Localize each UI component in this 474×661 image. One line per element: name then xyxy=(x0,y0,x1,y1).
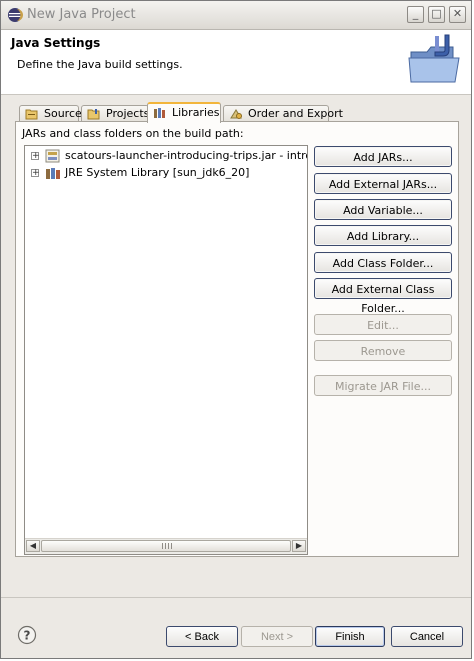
add-external-jars-button[interactable]: Add External JARs... xyxy=(314,173,452,194)
tree-item-label: JRE System Library [sun_jdk6_20] xyxy=(65,166,250,179)
back-button[interactable]: < Back xyxy=(166,626,238,647)
wizard-header: Java Settings Define the Java build sett… xyxy=(1,30,471,95)
build-path-tree[interactable]: + scatours-launcher-introducing-trips.ja… xyxy=(24,145,308,555)
library-icon xyxy=(46,168,60,179)
title-bar[interactable]: New Java Project _ □ ✕ xyxy=(1,1,471,30)
help-glyph: ? xyxy=(24,629,31,643)
page-description: Define the Java build settings. xyxy=(17,58,183,71)
minimize-button[interactable]: _ xyxy=(407,6,424,23)
new-java-project-dialog: New Java Project _ □ ✕ Java Settings Def… xyxy=(0,0,472,659)
migrate-jar-button[interactable]: Migrate JAR File... xyxy=(314,375,452,396)
add-class-folder-button[interactable]: Add Class Folder... xyxy=(314,252,452,273)
edit-button[interactable]: Edit... xyxy=(314,314,452,335)
source-folder-icon xyxy=(25,109,38,120)
expand-toggle[interactable]: + xyxy=(31,169,40,178)
expand-toggle[interactable]: + xyxy=(31,152,40,161)
scroll-right-icon[interactable]: ▶ xyxy=(292,540,306,552)
next-button[interactable]: Next > xyxy=(241,626,313,647)
libraries-panel: JARs and class folders on the build path… xyxy=(15,121,459,557)
maximize-button[interactable]: □ xyxy=(428,6,445,23)
page-title: Java Settings xyxy=(11,36,101,50)
tab-libraries[interactable]: Libraries xyxy=(147,102,221,123)
tree-item-jre-library[interactable]: + JRE System Library [sun_jdk6_20] xyxy=(25,165,307,181)
java-project-folder-icon xyxy=(408,34,460,83)
build-path-label: JARs and class folders on the build path… xyxy=(22,127,244,140)
window-title: New Java Project xyxy=(27,7,136,22)
close-button[interactable]: ✕ xyxy=(449,6,466,23)
horizontal-scrollbar[interactable]: ◀ ▶ xyxy=(25,538,307,554)
finish-button[interactable]: Finish xyxy=(315,626,385,647)
tab-source-label: Source xyxy=(44,107,82,120)
add-variable-button[interactable]: Add Variable... xyxy=(314,199,452,220)
tree-item-jar[interactable]: + scatours-launcher-introducing-trips.ja… xyxy=(25,148,307,164)
tab-projects[interactable]: Projects xyxy=(81,105,149,122)
jar-icon xyxy=(45,149,60,163)
scroll-left-icon[interactable]: ◀ xyxy=(26,540,40,552)
remove-button[interactable]: Remove xyxy=(314,340,452,361)
tab-libraries-label: Libraries xyxy=(172,106,220,119)
tab-source[interactable]: Source xyxy=(19,105,82,122)
add-external-class-folder-button[interactable]: Add External Class Folder... xyxy=(314,278,452,315)
cancel-button[interactable]: Cancel xyxy=(391,626,463,647)
add-jars-button[interactable]: Add JARs... xyxy=(314,146,452,167)
footer-divider xyxy=(1,597,471,598)
scroll-grip-icon xyxy=(162,543,172,549)
tab-projects-label: Projects xyxy=(106,107,150,120)
order-export-icon xyxy=(230,109,242,119)
eclipse-icon xyxy=(8,8,23,22)
libraries-icon xyxy=(154,108,165,118)
projects-icon xyxy=(87,109,100,120)
tree-item-label: scatours-launcher-introducing-trips.jar … xyxy=(65,149,307,162)
scrollbar-thumb[interactable] xyxy=(41,540,291,552)
tab-order-and-export-label: Order and Export xyxy=(248,107,343,120)
add-library-button[interactable]: Add Library... xyxy=(314,225,452,246)
tab-order-and-export[interactable]: Order and Export xyxy=(223,105,343,122)
help-icon[interactable]: ? xyxy=(17,625,37,645)
